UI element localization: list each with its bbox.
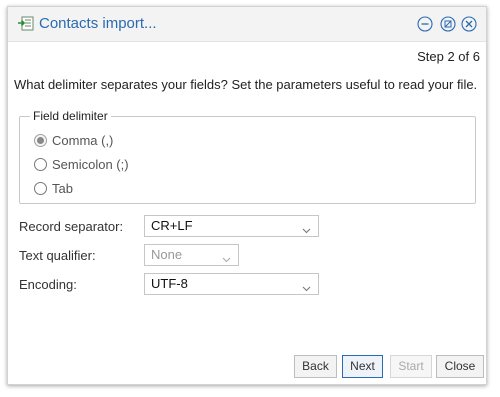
window-title: Contacts import... [39,15,157,32]
radio-button[interactable] [34,157,47,171]
instructions-text: What delimiter separates your fields? Se… [14,77,478,92]
radio-tab-label: Tab [52,180,73,196]
import-dialog: Contacts import... Step 2 of 6 What deli… [7,6,487,385]
text-qualifier-select[interactable]: None [144,244,239,266]
record-separator-select[interactable]: CR+LF [144,215,319,237]
text-qualifier-label: Text qualifier: [19,248,96,263]
start-button[interactable]: Start [390,355,432,378]
record-separator-value: CR+LF [151,218,193,233]
chevron-down-icon [302,221,311,234]
radio-comma-label: Comma (,) [52,132,114,148]
encoding-value: UTF-8 [151,276,188,291]
chevron-down-icon [302,279,311,292]
next-button[interactable]: Next [342,355,383,378]
radio-semicolon[interactable]: Semicolon (;) [34,155,129,173]
back-button[interactable]: Back [294,355,337,378]
maximize-icon[interactable] [440,16,456,32]
radio-semicolon-label: Semicolon (;) [52,156,129,172]
minimize-icon[interactable] [417,16,433,32]
radio-button-checked[interactable] [34,133,47,147]
encoding-label: Encoding: [19,277,77,292]
chevron-down-icon [222,250,231,263]
close-icon[interactable] [461,16,477,32]
radio-button[interactable] [34,181,47,195]
field-delimiter-group: Field delimiter Comma (,) Semicolon (;) … [19,109,476,204]
step-indicator: Step 2 of 6 [417,49,480,64]
radio-comma[interactable]: Comma (,) [34,131,113,149]
text-qualifier-value: None [151,247,183,262]
close-button[interactable]: Close [436,355,484,378]
import-icon [18,16,34,31]
radio-tab[interactable]: Tab [34,179,73,197]
field-delimiter-legend: Field delimiter [30,109,111,123]
encoding-select[interactable]: UTF-8 [144,273,319,295]
record-separator-label: Record separator: [19,219,124,234]
title-bar[interactable]: Contacts import... [8,7,486,42]
